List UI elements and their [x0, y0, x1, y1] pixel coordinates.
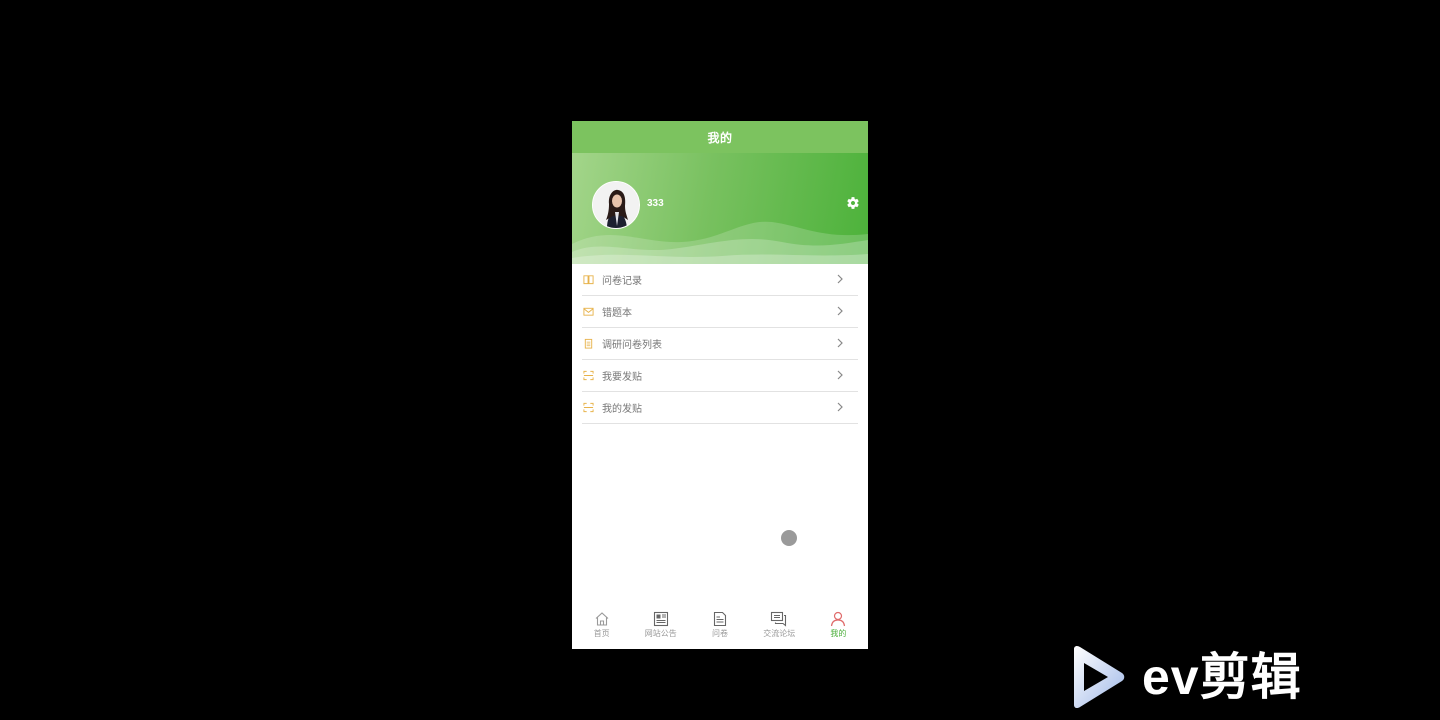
touch-cursor-indicator [781, 530, 797, 546]
home-icon [595, 612, 608, 626]
document-icon [713, 611, 727, 627]
chat-icon [771, 611, 787, 627]
avatar-image [593, 182, 639, 228]
book-icon [583, 274, 594, 285]
menu-item-new-post[interactable]: 我要发贴 [582, 360, 858, 392]
tab-label: 首页 [593, 629, 610, 638]
gear-icon[interactable] [846, 196, 860, 210]
menu-item-label: 我的发贴 [602, 404, 642, 415]
navigation-bar: 我的 [572, 121, 868, 153]
tab-survey[interactable]: 问卷 [690, 605, 749, 649]
news-icon [653, 611, 668, 627]
menu-item-label: 错题本 [602, 308, 632, 319]
tab-home[interactable]: 首页 [572, 605, 631, 649]
tab-label: 网站公告 [644, 629, 677, 638]
menu-item-my-posts[interactable]: 我的发贴 [582, 392, 858, 424]
chevron-right-icon [837, 402, 843, 412]
chevron-right-icon [837, 306, 843, 316]
menu-item-label: 我要发贴 [602, 372, 642, 383]
profile-header: 333 [572, 153, 868, 264]
tab-label: 交流论坛 [763, 629, 796, 638]
menu-list: 问卷记录 错题本 调研问卷列表 我要发贴 我的发贴 [582, 264, 858, 424]
chevron-right-icon [837, 338, 843, 348]
chevron-right-icon [837, 370, 843, 380]
mail-icon [583, 306, 594, 317]
scan-icon [583, 402, 594, 413]
user-icon [831, 611, 846, 627]
mobile-app-screen: 我的 333 问卷记录 错题本 调研问卷列表 我要发贴 我的发贴 首页 网站公告… [572, 121, 868, 649]
bottom-tab-bar: 首页 网站公告 问卷 交流论坛 我的 [572, 605, 868, 649]
menu-item-survey-records[interactable]: 问卷记录 [582, 264, 858, 296]
menu-item-label: 调研问卷列表 [602, 340, 662, 351]
menu-item-wrong-questions[interactable]: 错题本 [582, 296, 858, 328]
username: 333 [647, 198, 664, 209]
tab-forum[interactable]: 交流论坛 [750, 605, 809, 649]
tab-label: 我的 [830, 629, 847, 638]
tab-label: 问卷 [712, 629, 728, 638]
play-logo-icon [1074, 645, 1125, 709]
ev-editor-watermark: ev剪辑 [1068, 645, 1338, 709]
avatar[interactable] [592, 181, 640, 229]
tab-announcements[interactable]: 网站公告 [631, 605, 690, 649]
clipboard-icon [583, 338, 594, 349]
page-title: 我的 [707, 130, 733, 145]
scan-icon [583, 370, 594, 381]
menu-item-label: 问卷记录 [602, 276, 642, 287]
chevron-right-icon [837, 274, 843, 284]
watermark-text: ev剪辑 [1142, 649, 1302, 705]
menu-item-survey-list[interactable]: 调研问卷列表 [582, 328, 858, 360]
tab-mine[interactable]: 我的 [809, 605, 868, 649]
